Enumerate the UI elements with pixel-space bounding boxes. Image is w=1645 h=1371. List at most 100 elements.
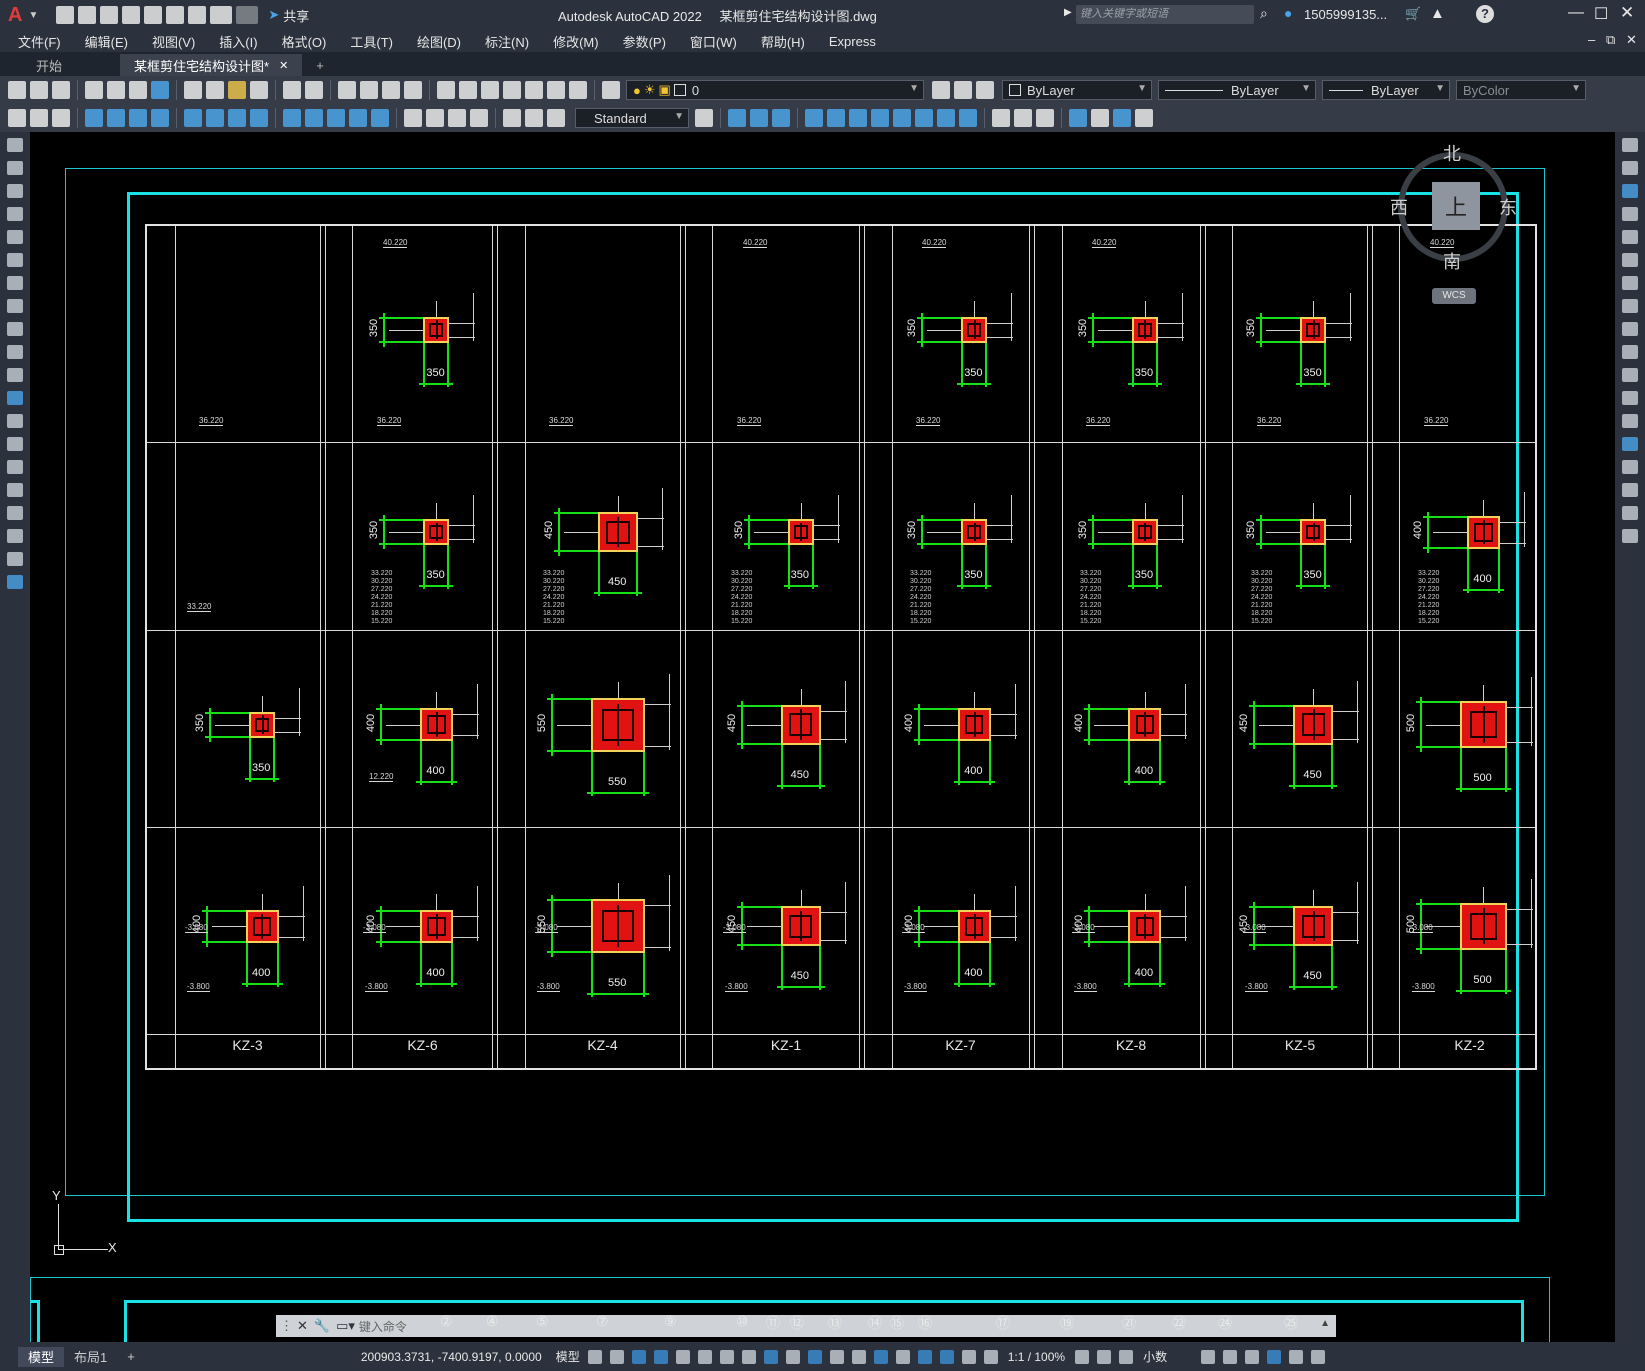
break-right-icon[interactable] [1622,414,1638,428]
viewcube-ring[interactable]: 上 [1398,152,1508,262]
drawing-viewport[interactable]: KZ-3 350 350 400 400 36.220 -3.080 -3.800 KZ-6 35… [30,132,1615,1342]
color-dropdown[interactable]: ByLayer ▼ [1002,80,1152,100]
region-icon[interactable] [7,506,23,520]
tab-start[interactable]: 开始 [0,54,120,76]
ortho-icon[interactable] [675,1349,690,1364]
plot-toolbar-icon[interactable] [85,81,103,99]
break-icon[interactable] [959,109,977,127]
lineweight-icon[interactable] [785,1349,800,1364]
insert-block-icon[interactable] [1069,109,1087,127]
save-web-icon[interactable] [166,6,185,24]
publish-icon[interactable] [129,81,147,99]
menu-express[interactable]: Express [829,34,876,49]
save-as-icon[interactable] [122,6,141,24]
markup-icon[interactable] [525,81,543,99]
tab-model[interactable]: 模型 [18,1346,65,1367]
menu-file[interactable]: 文件(F) [18,32,61,51]
move-right-icon[interactable] [1622,253,1638,267]
explode-icon[interactable] [1036,109,1054,127]
infer-constraints-icon[interactable] [631,1349,646,1364]
close-window-icon[interactable]: ✕ [1620,3,1634,23]
doc-restore-icon[interactable]: ⧉ [1606,32,1615,48]
autocad-logo-icon[interactable]: A [8,4,22,27]
point-icon[interactable] [1113,109,1131,127]
selection-cycling-icon[interactable] [829,1349,844,1364]
send-back-icon[interactable] [52,109,70,127]
ellipse-icon[interactable] [7,345,23,359]
annotation-scale-icon[interactable] [983,1349,998,1364]
trim-icon[interactable] [915,109,933,127]
layer-freeze-icon[interactable]: ☀ [644,82,656,98]
rotate-right-icon[interactable] [1622,276,1638,290]
linetype-dropdown[interactable]: ByLayer ▼ [1158,80,1316,100]
make-block-icon[interactable] [1091,109,1109,127]
scale-right-icon[interactable] [1622,299,1638,313]
layer-lock-icon[interactable]: ▣ [659,82,671,98]
new-file-icon[interactable] [56,6,75,24]
app-menu-chevron-icon[interactable]: ▼ [28,10,38,21]
viewcube-top-face[interactable]: 上 [1432,182,1480,230]
tolerance-icon[interactable] [404,109,422,127]
diameter-dim-icon[interactable] [228,109,246,127]
annotation-scale-value[interactable]: 1:1 / 100% [1008,1350,1065,1364]
offset-icon[interactable] [772,109,790,127]
qnew-icon[interactable] [8,81,26,99]
hardware-acceleration-icon[interactable] [1267,1349,1282,1364]
dim-edit-icon[interactable] [503,109,521,127]
redo-icon[interactable] [236,6,259,24]
clean-screen-icon[interactable] [1289,1349,1304,1364]
search-expand-icon[interactable]: ▶ [1064,7,1072,18]
chamfer-right-icon[interactable] [1622,460,1638,474]
selection-filter-icon[interactable] [895,1349,910,1364]
preview-icon[interactable] [107,81,125,99]
match-properties-icon[interactable] [250,81,268,99]
dynamic-input-icon[interactable] [653,1349,668,1364]
arc-icon[interactable] [7,253,23,267]
model-space-toggle[interactable]: 模型 [556,1348,580,1365]
polyline-icon[interactable] [7,184,23,198]
object-snap-icon[interactable] [763,1349,778,1364]
baseline-dim-icon[interactable] [305,109,323,127]
dim-break-icon[interactable] [371,109,389,127]
hatch-icon[interactable] [1135,109,1153,127]
zoom-window-icon[interactable] [382,81,400,99]
make-block-left-icon[interactable] [7,414,23,428]
command-recent-icon[interactable]: ▭▾ [336,1318,355,1334]
plot-icon[interactable] [188,6,207,24]
cart-icon[interactable]: 🛒 [1405,6,1421,22]
grid-icon[interactable] [587,1349,602,1364]
tab-close-icon[interactable]: ✕ [279,59,288,72]
design-center-icon[interactable] [459,81,477,99]
help-toolbar-icon[interactable] [569,81,587,99]
dim-text-edit-icon[interactable] [525,109,543,127]
undo-toolbar-icon[interactable] [283,81,301,99]
units-value[interactable]: 小数 [1143,1348,1167,1365]
quick-dim-icon[interactable] [283,109,301,127]
redo-toolbar-icon[interactable] [305,81,323,99]
scale-icon[interactable] [871,109,889,127]
gizmo-icon[interactable] [917,1349,932,1364]
array-right-icon[interactable] [1622,230,1638,244]
new-tab-button[interactable]: + [302,54,338,76]
zoom-realtime-icon[interactable] [360,81,378,99]
annotation-monitor-icon[interactable] [1097,1349,1112,1364]
rotate-icon[interactable] [849,109,867,127]
properties-icon[interactable] [437,81,455,99]
jogged-linear-icon[interactable] [470,109,488,127]
dim-style-manager-icon[interactable] [695,109,713,127]
linear-dim-icon[interactable] [85,109,103,127]
menu-dimension[interactable]: 标注(N) [485,32,529,51]
snap-mode-icon[interactable] [609,1349,624,1364]
cut-icon[interactable] [184,81,202,99]
menu-parametric[interactable]: 参数(P) [623,32,666,51]
user-icon[interactable]: ● [1284,5,1292,21]
viewcube-south[interactable]: 南 [1443,248,1461,274]
dim-update-icon[interactable] [547,109,565,127]
dim-style-dropdown[interactable]: Standard ▼ [575,108,689,128]
blend-curves-icon[interactable] [1622,506,1638,520]
gradient-icon[interactable] [7,483,23,497]
save-icon[interactable] [100,6,119,24]
pan-icon[interactable] [338,81,356,99]
fillet-icon[interactable] [1014,109,1032,127]
search-input[interactable]: 键入关键字或短语 [1076,5,1254,24]
